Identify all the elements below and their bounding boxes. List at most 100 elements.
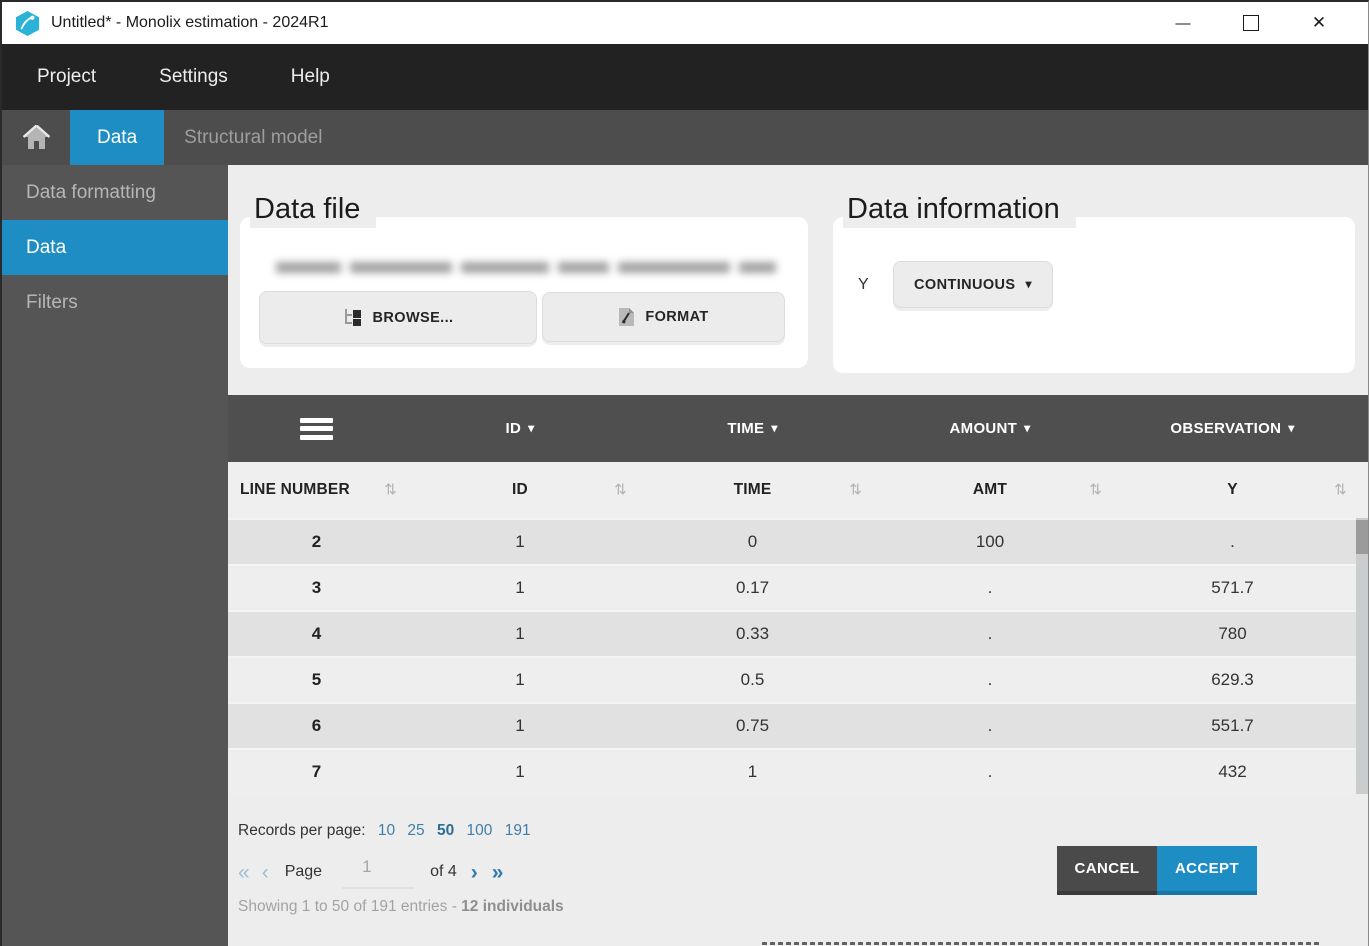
- chevron-down-icon: ▾: [1024, 421, 1030, 435]
- cell-id: 1: [405, 762, 635, 782]
- cell-amt: .: [870, 716, 1110, 736]
- tab-bar: Data Structural model: [2, 110, 1368, 165]
- sidebar-item-data[interactable]: Data: [2, 220, 228, 275]
- browse-label: BROWSE...: [373, 310, 454, 326]
- table-scrollbar[interactable]: [1356, 518, 1369, 794]
- minimize-button[interactable]: —: [1160, 8, 1206, 38]
- menu-project[interactable]: Project: [37, 66, 96, 88]
- observation-type-value: CONTINUOUS: [914, 277, 1015, 293]
- sort-icon[interactable]: ⇅: [614, 481, 627, 499]
- header-id: ID ⇅: [405, 481, 635, 499]
- title-bar: Untitled* - Monolix estimation - 2024R1 …: [2, 2, 1368, 44]
- observation-type-dropdown[interactable]: CONTINUOUS ▾: [893, 261, 1053, 308]
- format-button[interactable]: FORMAT: [542, 292, 785, 342]
- cell-y: 571.7: [1110, 578, 1355, 598]
- menu-settings[interactable]: Settings: [159, 66, 228, 88]
- records-option-191[interactable]: 191: [505, 822, 531, 839]
- records-option-10[interactable]: 10: [378, 822, 395, 839]
- last-page-button[interactable]: »: [492, 862, 504, 883]
- header-y: Y ⇅: [1110, 481, 1355, 499]
- menu-bar: Project Settings Help: [2, 44, 1368, 110]
- chevron-down-icon: ▾: [771, 421, 777, 435]
- cell-time: 1: [635, 762, 870, 782]
- data-file-path-redacted: [262, 253, 790, 281]
- cell-time: 0.33: [635, 624, 870, 644]
- first-page-button[interactable]: «: [238, 862, 250, 883]
- sort-icon[interactable]: ⇅: [1089, 481, 1102, 499]
- browse-button[interactable]: BROWSE...: [259, 291, 537, 344]
- chevron-down-icon: ▾: [528, 421, 534, 435]
- maximize-button[interactable]: [1228, 8, 1274, 38]
- cell-y: .: [1110, 532, 1355, 552]
- cell-id: 1: [405, 624, 635, 644]
- previous-page-button[interactable]: ‹: [262, 862, 269, 883]
- menu-help[interactable]: Help: [291, 66, 330, 88]
- tab-structural-model[interactable]: Structural model: [164, 110, 342, 165]
- accept-button[interactable]: ACCEPT: [1157, 846, 1257, 895]
- column-menu-observation[interactable]: OBSERVATION ▾: [1110, 420, 1355, 437]
- sort-icon[interactable]: ⇅: [849, 481, 862, 499]
- app-window: Untitled* - Monolix estimation - 2024R1 …: [0, 0, 1369, 946]
- table-row: 2 1 0 100 .: [228, 518, 1369, 564]
- window-controls: — ✕: [1138, 8, 1368, 38]
- column-type-header: ID ▾ TIME ▾ AMOUNT ▾ OBSERVATION: [228, 395, 1369, 462]
- cell-id: 1: [405, 670, 635, 690]
- cell-amt: .: [870, 578, 1110, 598]
- window-title: Untitled* - Monolix estimation - 2024R1: [51, 14, 328, 32]
- home-icon: [23, 125, 50, 150]
- cell-id: 1: [405, 716, 635, 736]
- records-option-25[interactable]: 25: [407, 822, 424, 839]
- scrollbar-thumb[interactable]: [1356, 520, 1369, 554]
- sidebar: Data formatting Data Filters: [2, 165, 228, 946]
- tab-data[interactable]: Data: [70, 110, 164, 165]
- records-per-page-label: Records per page:: [238, 822, 366, 839]
- page-number-input[interactable]: [342, 855, 414, 889]
- table-row: 7 1 1 . 432: [228, 748, 1369, 794]
- data-information-title: Data information: [843, 193, 1076, 228]
- column-menu-amount[interactable]: AMOUNT ▾: [870, 420, 1110, 437]
- cell-y: 432: [1110, 762, 1355, 782]
- main-content: Data file BROWSE...: [228, 165, 1368, 946]
- hamburger-menu-icon[interactable]: [300, 418, 333, 440]
- clipped-bottom-text: [762, 942, 1322, 945]
- sidebar-item-data-formatting[interactable]: Data formatting: [2, 165, 228, 220]
- records-option-100[interactable]: 100: [467, 822, 493, 839]
- cancel-button[interactable]: CANCEL: [1057, 846, 1157, 895]
- cell-amt: 100: [870, 532, 1110, 552]
- cell-id: 1: [405, 532, 635, 552]
- cell-y: 629.3: [1110, 670, 1355, 690]
- cell-amt: .: [870, 670, 1110, 690]
- header-amt: AMT ⇅: [870, 481, 1110, 499]
- cell-y: 780: [1110, 624, 1355, 644]
- home-button[interactable]: [2, 110, 70, 165]
- tab-data-label: Data: [97, 127, 137, 149]
- column-menu-id[interactable]: ID ▾: [405, 420, 635, 437]
- close-button[interactable]: ✕: [1296, 8, 1342, 38]
- monolix-logo-icon: [14, 10, 41, 37]
- document-edit-icon: [618, 307, 635, 327]
- page-count-label: of 4: [430, 863, 457, 881]
- cell-time: 0.17: [635, 578, 870, 598]
- data-table: ID ▾ TIME ▾ AMOUNT ▾ OBSERVATION: [228, 395, 1369, 794]
- data-information-card: Data information Y CONTINUOUS ▾: [833, 217, 1355, 373]
- records-option-50[interactable]: 50: [437, 822, 454, 839]
- chevron-down-icon: ▾: [1288, 421, 1294, 435]
- cell-line-number: 7: [228, 762, 405, 782]
- table-row: 4 1 0.33 . 780: [228, 610, 1369, 656]
- format-label: FORMAT: [645, 309, 708, 325]
- cell-time: 0.5: [635, 670, 870, 690]
- column-menu-time[interactable]: TIME ▾: [635, 420, 870, 437]
- table-body: 2 1 0 100 . 3 1 0.17 . 571.7 4: [228, 518, 1369, 794]
- page-label: Page: [285, 863, 322, 881]
- sidebar-item-filters[interactable]: Filters: [2, 275, 228, 330]
- cell-amt: .: [870, 624, 1110, 644]
- cell-line-number: 3: [228, 578, 405, 598]
- table-row: 6 1 0.75 . 551.7: [228, 702, 1369, 748]
- chevron-down-icon: ▾: [1026, 277, 1032, 291]
- table-row: 5 1 0.5 . 629.3: [228, 656, 1369, 702]
- entries-summary: Showing 1 to 50 of 191 entries - 12 indi…: [238, 898, 564, 916]
- sort-icon[interactable]: ⇅: [384, 481, 397, 499]
- sort-icon[interactable]: ⇅: [1334, 481, 1347, 499]
- pagination-controls: « ‹ Page of 4 › »: [238, 855, 503, 889]
- next-page-button[interactable]: ›: [471, 862, 478, 883]
